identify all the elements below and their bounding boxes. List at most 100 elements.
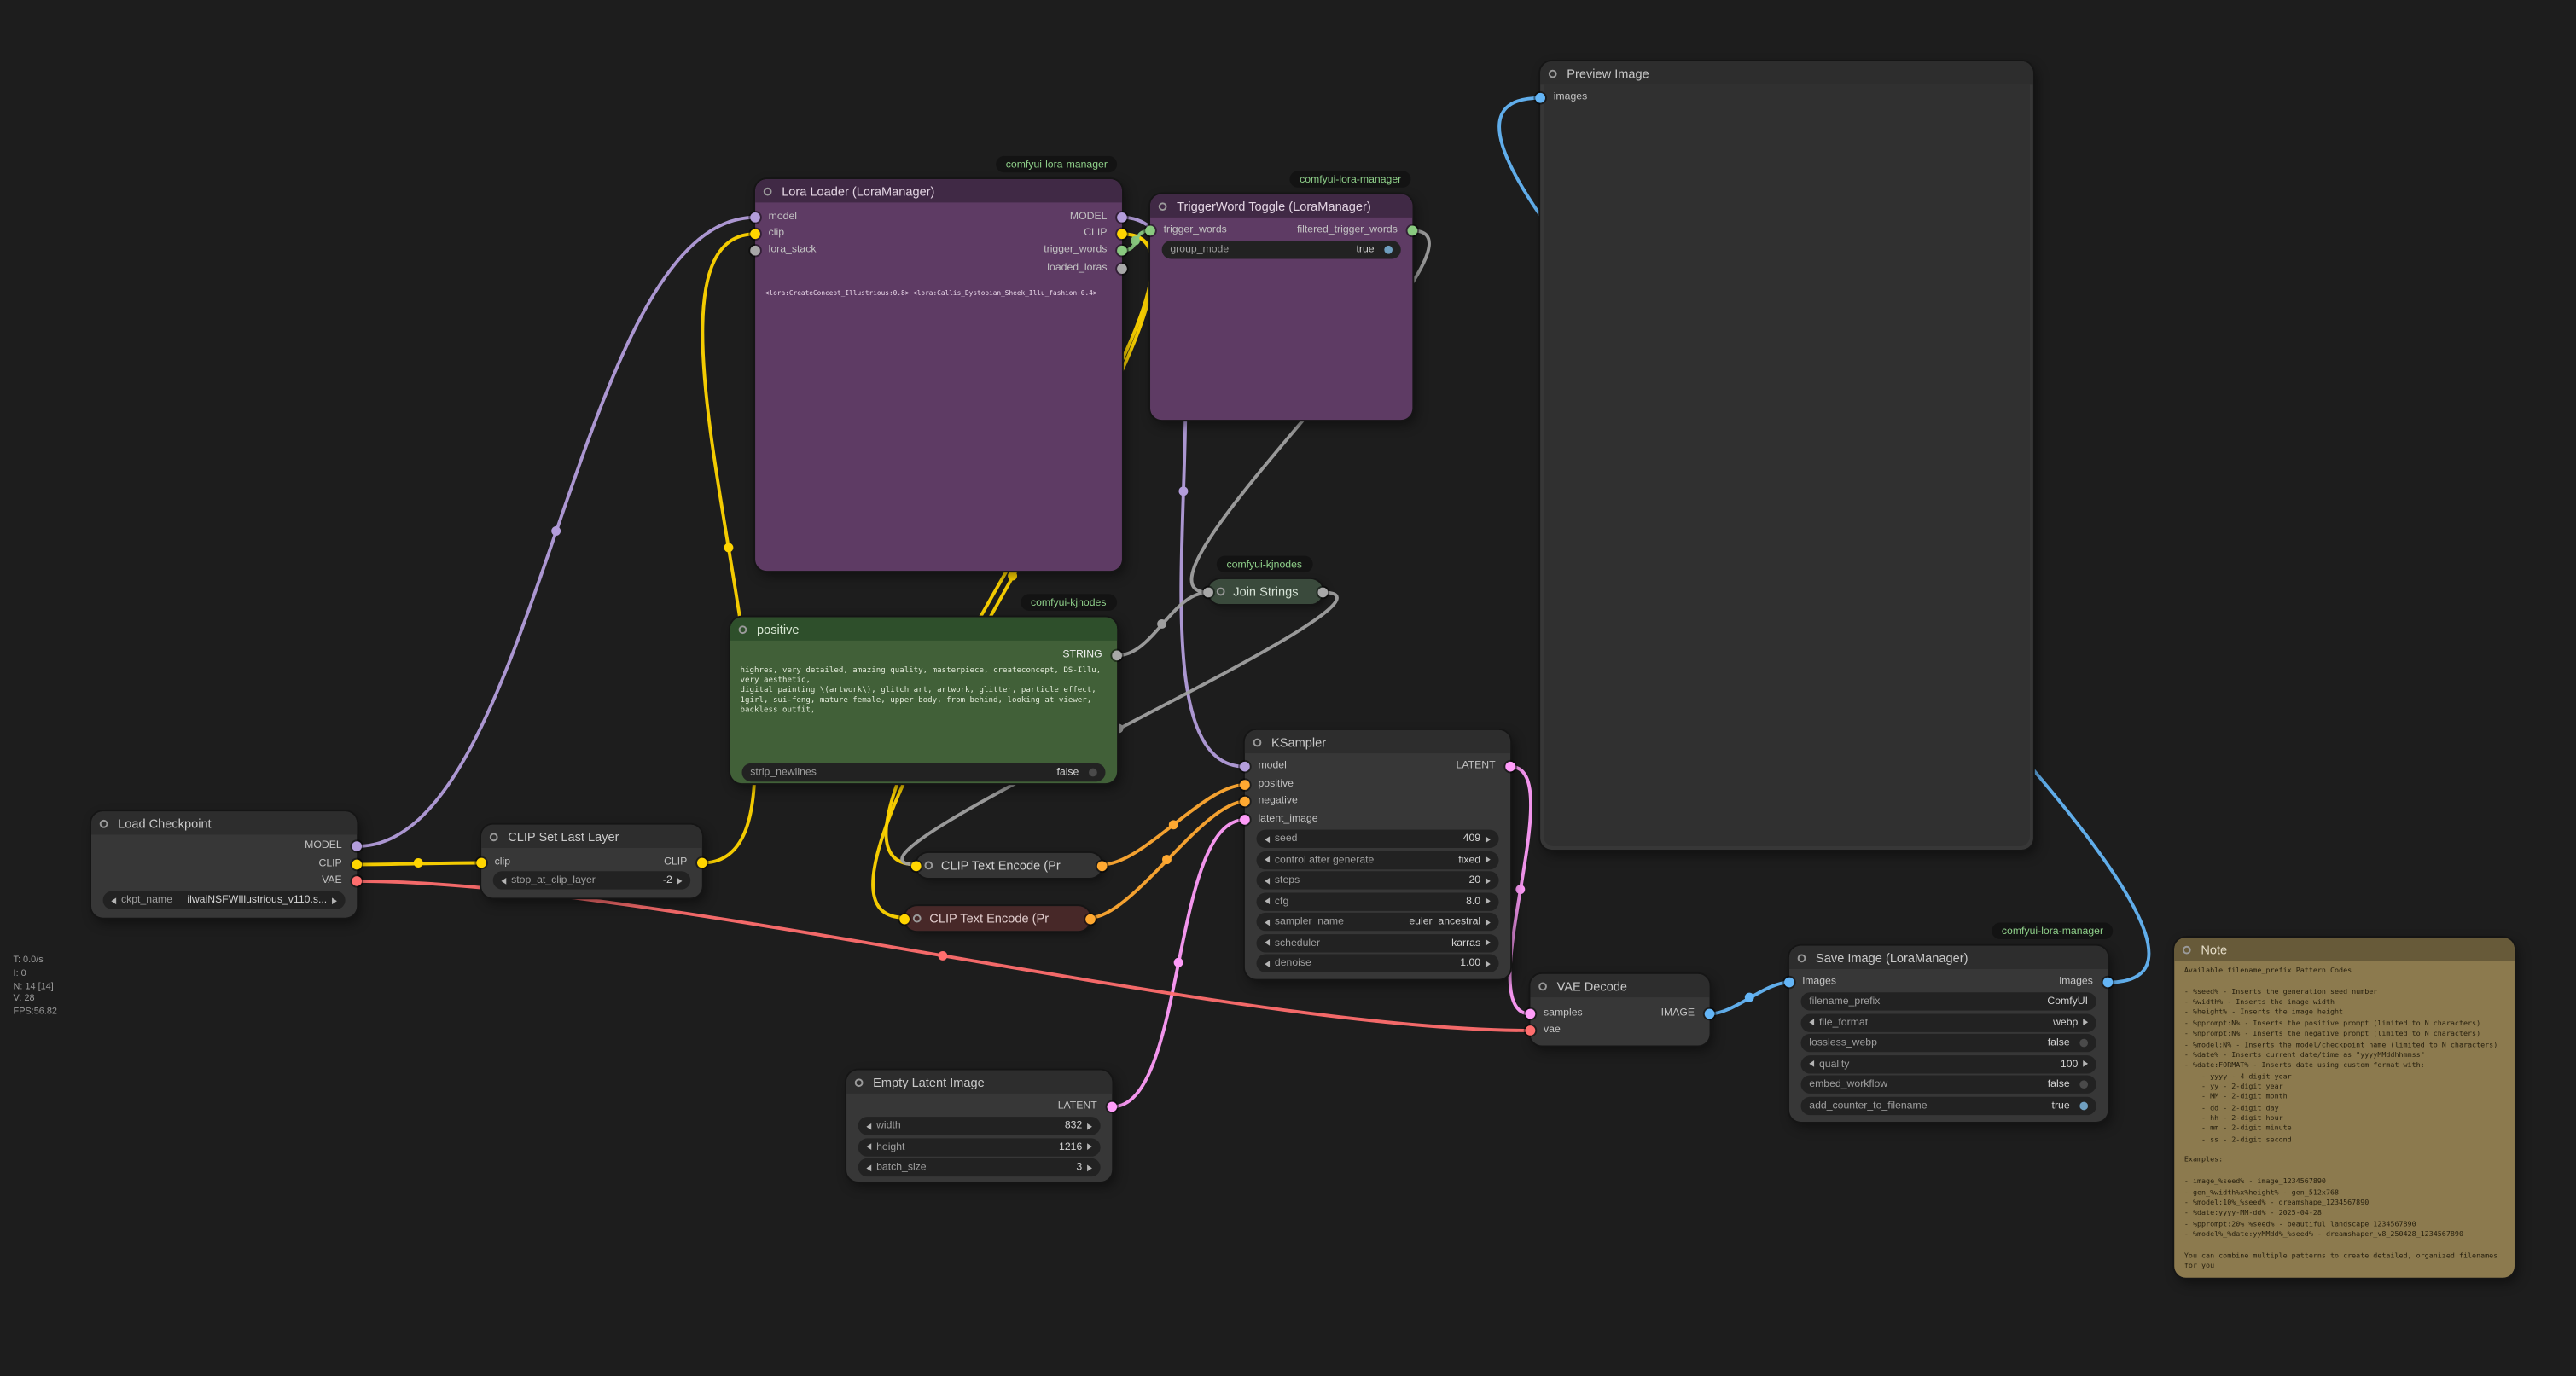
port-trigger-words-out[interactable] bbox=[1117, 246, 1127, 256]
toggle-on-icon[interactable] bbox=[1384, 246, 1393, 254]
decrement-icon[interactable] bbox=[864, 1164, 872, 1171]
node-triggerword-toggle[interactable]: TriggerWord Toggle (LoraManager) trigger… bbox=[1150, 194, 1412, 421]
node-header[interactable]: CLIP Set Last Layer bbox=[481, 825, 702, 848]
next-option-icon[interactable] bbox=[2083, 1019, 2091, 1025]
port-clip-text-in[interactable] bbox=[899, 914, 910, 924]
port-strings-in[interactable] bbox=[1203, 588, 1213, 598]
node-header[interactable]: TriggerWord Toggle (LoraManager) bbox=[1150, 194, 1412, 218]
node-note[interactable]: Note Available filename_prefix Pattern C… bbox=[2174, 938, 2515, 1278]
collapse-icon[interactable] bbox=[490, 833, 498, 841]
increment-icon[interactable] bbox=[677, 877, 686, 884]
collapse-icon[interactable] bbox=[739, 624, 747, 633]
port-negative-in[interactable] bbox=[1240, 797, 1250, 807]
port-clip-out[interactable] bbox=[697, 858, 707, 868]
port-clip-out[interactable] bbox=[1117, 229, 1127, 239]
increment-icon[interactable] bbox=[1486, 877, 1494, 884]
port-model-in[interactable] bbox=[1240, 762, 1250, 772]
node-empty-latent-image[interactable]: Empty Latent Image LATENT width 832 heig… bbox=[846, 1071, 1112, 1182]
toggle-off-icon[interactable] bbox=[2079, 1080, 2088, 1089]
node-clip-text-encode-positive[interactable]: CLIP Text Encode (Pr bbox=[916, 853, 1102, 878]
toggle-off-icon[interactable] bbox=[1089, 769, 1097, 777]
node-header[interactable]: positive bbox=[730, 618, 1117, 641]
widget-scheduler[interactable]: scheduler karras bbox=[1257, 933, 1499, 951]
port-images-in[interactable] bbox=[1535, 93, 1545, 103]
port-model-out[interactable] bbox=[1117, 212, 1127, 223]
collapse-icon[interactable] bbox=[1159, 201, 1167, 210]
decrement-icon[interactable] bbox=[1261, 877, 1270, 884]
port-clip-in[interactable] bbox=[476, 858, 486, 868]
node-clip-set-last-layer[interactable]: CLIP Set Last Layer clip CLIP stop_at_cl… bbox=[481, 825, 702, 898]
port-trigger-words-in[interactable] bbox=[1145, 226, 1155, 236]
collapse-icon[interactable] bbox=[855, 1077, 864, 1086]
decrement-icon[interactable] bbox=[1806, 1060, 1814, 1067]
port-clip-out[interactable] bbox=[352, 860, 362, 870]
prev-option-icon[interactable] bbox=[1806, 1019, 1814, 1025]
widget-filename-prefix[interactable]: filename_prefix ComfyUI bbox=[1801, 992, 2096, 1010]
port-conditioning-out[interactable] bbox=[1097, 861, 1108, 871]
widget-batch-size[interactable]: batch_size 3 bbox=[858, 1158, 1101, 1176]
port-image-out[interactable] bbox=[1705, 1009, 1715, 1019]
port-latent-out[interactable] bbox=[1505, 762, 1515, 772]
collapse-icon[interactable] bbox=[913, 914, 922, 923]
prev-option-icon[interactable] bbox=[1261, 856, 1270, 863]
port-string-out[interactable] bbox=[1112, 651, 1122, 661]
port-model-out[interactable] bbox=[352, 841, 362, 851]
port-latent-out[interactable] bbox=[1107, 1102, 1117, 1112]
collapse-icon[interactable] bbox=[1798, 954, 1806, 962]
prev-option-icon[interactable] bbox=[1261, 919, 1270, 926]
port-conditioning-out[interactable] bbox=[1085, 914, 1096, 924]
widget-control-after-generate[interactable]: control after generate fixed bbox=[1257, 851, 1499, 868]
increment-icon[interactable] bbox=[1087, 1164, 1096, 1171]
port-clip-text-in[interactable] bbox=[911, 861, 922, 871]
decrement-icon[interactable] bbox=[1261, 960, 1270, 967]
port-string-out[interactable] bbox=[1317, 588, 1328, 598]
node-positive-prompt[interactable]: positive STRING highres, very detailed, … bbox=[730, 618, 1117, 784]
widget-cfg[interactable]: cfg 8.0 bbox=[1257, 892, 1499, 910]
port-latent-image-in[interactable] bbox=[1240, 815, 1250, 825]
node-header[interactable]: VAE Decode bbox=[1530, 974, 1709, 997]
lora-syntax-text[interactable]: <lora:CreateConcept_Illustrious:0.8> <lo… bbox=[765, 288, 1113, 297]
increment-icon[interactable] bbox=[1087, 1123, 1096, 1129]
next-option-icon[interactable] bbox=[332, 897, 340, 903]
widget-group-mode[interactable]: group_mode true bbox=[1162, 241, 1401, 258]
widget-seed[interactable]: seed 409 bbox=[1257, 830, 1499, 848]
increment-icon[interactable] bbox=[2083, 1060, 2091, 1067]
widget-denoise[interactable]: denoise 1.00 bbox=[1257, 954, 1499, 972]
node-save-image[interactable]: Save Image (LoraManager) images images f… bbox=[1789, 946, 2108, 1122]
next-option-icon[interactable] bbox=[1486, 919, 1494, 926]
port-clip-in[interactable] bbox=[750, 229, 760, 239]
node-ksampler[interactable]: KSampler model positive negative latent_… bbox=[1245, 730, 1510, 979]
increment-icon[interactable] bbox=[1486, 835, 1494, 842]
prompt-textarea[interactable]: highres, very detailed, amazing quality,… bbox=[741, 667, 1108, 717]
decrement-icon[interactable] bbox=[864, 1143, 872, 1150]
widget-strip-newlines[interactable]: strip_newlines false bbox=[742, 763, 1106, 781]
collapse-icon[interactable] bbox=[764, 187, 772, 195]
widget-add-counter-to-filename[interactable]: add_counter_to_filename true bbox=[1801, 1096, 2096, 1114]
decrement-icon[interactable] bbox=[498, 877, 507, 884]
node-header[interactable]: Load Checkpoint bbox=[91, 811, 357, 834]
widget-stop-at-clip-layer[interactable]: stop_at_clip_layer -2 bbox=[493, 871, 690, 889]
next-option-icon[interactable] bbox=[1486, 939, 1494, 946]
widget-embed-workflow[interactable]: embed_workflow false bbox=[1801, 1075, 2096, 1093]
decrement-icon[interactable] bbox=[1261, 835, 1270, 842]
toggle-on-icon[interactable] bbox=[2079, 1101, 2088, 1110]
collapse-icon[interactable] bbox=[1253, 738, 1262, 746]
widget-lossless-webp[interactable]: lossless_webp false bbox=[1801, 1034, 2096, 1052]
port-lora-stack-in[interactable] bbox=[750, 246, 760, 256]
decrement-icon[interactable] bbox=[864, 1123, 872, 1129]
node-header[interactable]: Note bbox=[2174, 938, 2515, 961]
port-images-out[interactable] bbox=[2103, 978, 2114, 988]
widget-quality[interactable]: quality 100 bbox=[1801, 1054, 2096, 1072]
node-lora-loader[interactable]: Lora Loader (LoraManager) model clip lor… bbox=[755, 179, 1122, 571]
prev-option-icon[interactable] bbox=[1261, 939, 1270, 946]
port-vae-in[interactable] bbox=[1526, 1025, 1536, 1036]
port-loaded-loras-out[interactable] bbox=[1117, 264, 1127, 274]
node-header[interactable]: Lora Loader (LoraManager) bbox=[755, 179, 1122, 202]
port-images-in[interactable] bbox=[1784, 978, 1794, 988]
collapse-icon[interactable] bbox=[1538, 982, 1547, 990]
prev-option-icon[interactable] bbox=[108, 897, 116, 903]
widget-width[interactable]: width 832 bbox=[858, 1117, 1101, 1135]
node-header[interactable]: Preview Image bbox=[1540, 61, 2033, 84]
port-positive-in[interactable] bbox=[1240, 780, 1250, 790]
widget-sampler-name[interactable]: sampler_name euler_ancestral bbox=[1257, 913, 1499, 931]
